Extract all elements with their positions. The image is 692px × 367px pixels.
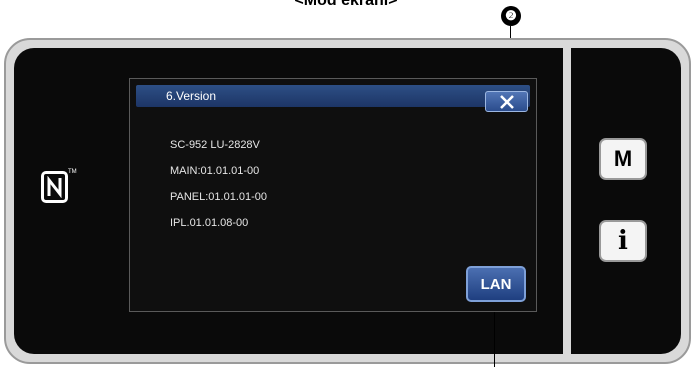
- machine-model: SC-952 LU-2828V: [170, 139, 260, 151]
- callout-number-2: ❷: [501, 6, 521, 26]
- nfc-trademark: TM: [68, 169, 77, 175]
- info-button[interactable]: i: [599, 220, 647, 262]
- dialog-title-bar: 6.Version: [136, 85, 530, 112]
- nfc-icon: [41, 171, 68, 203]
- close-x-icon: [500, 95, 514, 109]
- lan-button[interactable]: LAN: [466, 266, 526, 302]
- ipl-version: IPL.01.01.08-00: [170, 217, 249, 229]
- mode-button[interactable]: M: [599, 138, 647, 180]
- close-button[interactable]: [485, 91, 528, 112]
- version-dialog: 6.Version SC-952 LU-2828V MAIN:01.01.01-…: [129, 78, 537, 312]
- screen-caption: <Mod ekranı>: [294, 0, 398, 9]
- screen-divider: [563, 40, 571, 362]
- callout-line-lan: [494, 312, 495, 367]
- panel-version: PANEL:01.01.01-00: [170, 191, 268, 203]
- main-version: MAIN:01.01.01-00: [170, 165, 260, 177]
- dialog-title: 6.Version: [166, 89, 217, 103]
